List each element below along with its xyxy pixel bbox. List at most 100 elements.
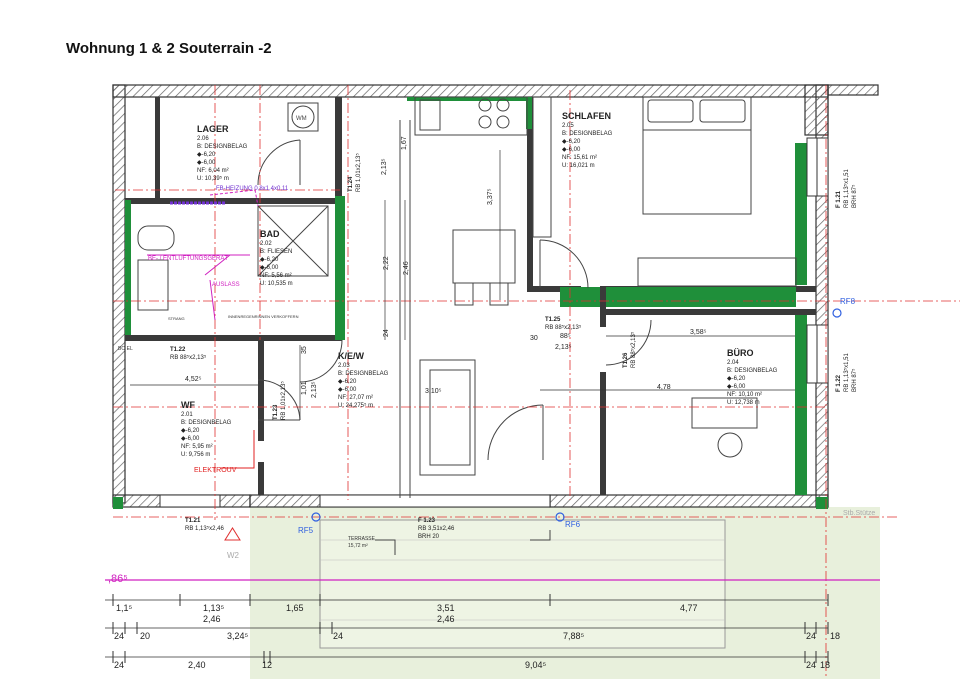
room-wf: WF 2.01 B: DESIGNBELAG ◆-6,20 ◆-6,00 NF:… bbox=[181, 400, 232, 458]
door-t125-label: T1.25 RB 88⁵x2,13⁵ bbox=[545, 317, 582, 331]
svg-text:3,24⁵: 3,24⁵ bbox=[227, 631, 249, 641]
svg-text:18: 18 bbox=[820, 660, 830, 670]
rf8-marker bbox=[832, 308, 842, 318]
w2-label: W2 bbox=[227, 551, 240, 560]
door-t122-label: T1.22 RB 88⁵x2,13⁵ bbox=[170, 347, 207, 361]
room-name: LAGER bbox=[197, 124, 229, 134]
svg-text:RB 1,01x2,13⁵: RB 1,01x2,13⁵ bbox=[355, 153, 362, 192]
svg-text:T1.25: T1.25 bbox=[545, 317, 561, 323]
svg-text:BRH 87⁵: BRH 87⁵ bbox=[851, 184, 858, 208]
svg-text:T1.22: T1.22 bbox=[170, 347, 186, 353]
svg-text:2.06: 2.06 bbox=[197, 136, 209, 142]
svg-text:◆-6,00: ◆-6,00 bbox=[260, 265, 279, 271]
wardrobe bbox=[532, 96, 552, 238]
svg-text:24: 24 bbox=[806, 631, 816, 641]
svg-text:88⁵: 88⁵ bbox=[560, 333, 571, 340]
window-f122 bbox=[806, 324, 829, 384]
room-schlafen: SCHLAFEN 2.05 B: DESIGNBELAG ◆-6,20 ◆-6,… bbox=[562, 111, 613, 169]
room-name: BÜRO bbox=[727, 348, 754, 358]
sofa bbox=[419, 359, 476, 476]
sink bbox=[137, 259, 169, 311]
wm-label: WM bbox=[296, 116, 307, 122]
svg-text:RB 88⁵x2,13⁵: RB 88⁵x2,13⁵ bbox=[545, 324, 582, 331]
svg-text:◆-6,20: ◆-6,20 bbox=[181, 428, 200, 434]
svg-text:U: 24,275⁵ m: U: 24,275⁵ m bbox=[338, 402, 373, 409]
svg-text:T1.23: T1.23 bbox=[273, 404, 279, 420]
svg-text:2,40: 2,40 bbox=[188, 660, 206, 670]
svg-text:2,22: 2,22 bbox=[383, 256, 390, 270]
room-kew: K/E/W 2.03 B: DESIGNBELAG ◆-6,20 ◆-6,00 … bbox=[338, 351, 389, 409]
svg-text:F 1.23: F 1.23 bbox=[418, 518, 436, 524]
svg-text:◆-6,20: ◆-6,20 bbox=[338, 379, 357, 385]
kitchen-counter bbox=[414, 96, 528, 136]
room-name: K/E/W bbox=[338, 351, 365, 361]
svg-text:BRH 87⁵: BRH 87⁵ bbox=[851, 368, 858, 392]
svg-text:2.02: 2.02 bbox=[260, 241, 272, 247]
svg-text:B: DESIGNBELAG: B: DESIGNBELAG bbox=[562, 131, 613, 137]
wall-bottom-right bbox=[549, 494, 829, 508]
elektrouv-label: ELEKTROUV bbox=[194, 467, 237, 474]
svg-text:RB 88⁵x2,13⁵: RB 88⁵x2,13⁵ bbox=[630, 331, 637, 368]
svg-text:7,88⁵: 7,88⁵ bbox=[563, 631, 585, 641]
svg-text:◆-6,20: ◆-6,20 bbox=[562, 139, 581, 145]
entlueftung-label: BE- / ENTLÜFTUNGSGERÄT bbox=[148, 255, 228, 262]
window-f123 bbox=[319, 494, 551, 508]
svg-text:2.03: 2.03 bbox=[338, 363, 350, 369]
svg-text:NF: 27,07 m²: NF: 27,07 m² bbox=[338, 395, 373, 401]
svg-text:3,51: 3,51 bbox=[437, 603, 455, 613]
svg-text:B: FLIESEN: B: FLIESEN bbox=[260, 249, 292, 255]
svg-text:1,13⁵: 1,13⁵ bbox=[203, 603, 225, 613]
svg-text:U: 9,756 m: U: 9,756 m bbox=[181, 452, 210, 458]
wall-left bbox=[112, 84, 126, 504]
cabinet bbox=[637, 257, 797, 287]
level-label: ,86⁵ bbox=[108, 573, 128, 585]
room-buero: BÜRO 2.04 B: DESIGNBELAG ◆-6,20 ◆-6,00 N… bbox=[727, 348, 778, 406]
wall-top-right-block bbox=[804, 84, 829, 136]
svg-text:T1.24: T1.24 bbox=[348, 176, 354, 192]
stb-stuetze-label: Stb.Stütze bbox=[843, 510, 875, 517]
svg-text:24: 24 bbox=[333, 631, 343, 641]
svg-text:RB 3,51x2,46: RB 3,51x2,46 bbox=[418, 526, 455, 532]
svg-text:F 1.22: F 1.22 bbox=[836, 374, 842, 392]
elektro-leader bbox=[220, 430, 255, 469]
svg-text:U: 10,39⁵ m: U: 10,39⁵ m bbox=[197, 175, 229, 182]
room-name: WF bbox=[181, 400, 195, 410]
window-f122-label: F 1.22 RB 1,13⁵x1,51 BRH 87⁵ bbox=[836, 352, 858, 392]
axis-markers bbox=[311, 308, 842, 522]
svg-text:U: 10,535 m: U: 10,535 m bbox=[260, 281, 293, 287]
svg-text:20: 20 bbox=[140, 631, 150, 641]
svg-text:◆-6,00: ◆-6,00 bbox=[197, 160, 216, 166]
svg-text:RB 1,13⁵x1,51: RB 1,13⁵x1,51 bbox=[843, 352, 850, 392]
svg-text:T1.21: T1.21 bbox=[185, 518, 201, 524]
svg-text:◆-6,00: ◆-6,00 bbox=[727, 384, 746, 390]
svg-text:24: 24 bbox=[114, 631, 124, 641]
floor-plan: LAGER 2.06 B: DESIGNBELAG ◆-6,20 ◆-6,00 … bbox=[105, 84, 960, 679]
svg-text:U: 16,021 m: U: 16,021 m bbox=[562, 163, 595, 169]
svg-text:2,13⁵: 2,13⁵ bbox=[555, 344, 572, 351]
fb-heizung-label: FB-HEIZUNG 0,8x1,4x0,11 bbox=[216, 186, 289, 192]
svg-text:RB 1,13⁵x1,51: RB 1,13⁵x1,51 bbox=[843, 168, 850, 208]
wall-top bbox=[112, 84, 829, 98]
svg-text:◆-6,20: ◆-6,20 bbox=[197, 152, 216, 158]
svg-text:30: 30 bbox=[530, 335, 538, 342]
svg-text:1,01: 1,01 bbox=[301, 381, 308, 395]
svg-text:◆-6,00: ◆-6,00 bbox=[562, 147, 581, 153]
svg-text:2.04: 2.04 bbox=[727, 360, 739, 366]
svg-text:RB 88⁵x2,13⁵: RB 88⁵x2,13⁵ bbox=[170, 354, 207, 361]
svg-text:T1.26: T1.26 bbox=[623, 352, 629, 368]
svg-text:F 1.21: F 1.21 bbox=[836, 190, 842, 208]
svg-text:3,37⁵: 3,37⁵ bbox=[487, 188, 494, 205]
svg-text:3,10⁵: 3,10⁵ bbox=[425, 388, 442, 395]
svg-text:9,04⁵: 9,04⁵ bbox=[525, 660, 547, 670]
svg-text:NF: 5,56 m²: NF: 5,56 m² bbox=[260, 273, 292, 279]
rf6-label: RF6 bbox=[565, 520, 581, 529]
svg-text:1,1⁵: 1,1⁵ bbox=[116, 603, 133, 613]
bar-stool-2 bbox=[489, 282, 509, 306]
svg-text:12: 12 bbox=[262, 660, 272, 670]
door-t121 bbox=[159, 494, 221, 508]
terrasse-area: 15,72 m² bbox=[348, 543, 368, 549]
svg-text:1,65: 1,65 bbox=[286, 603, 304, 613]
svg-text:RB 1,01x2,13⁵: RB 1,01x2,13⁵ bbox=[280, 381, 287, 420]
svg-text:4,78: 4,78 bbox=[657, 384, 671, 391]
svg-text:NF: 6,04 m²: NF: 6,04 m² bbox=[197, 168, 229, 174]
